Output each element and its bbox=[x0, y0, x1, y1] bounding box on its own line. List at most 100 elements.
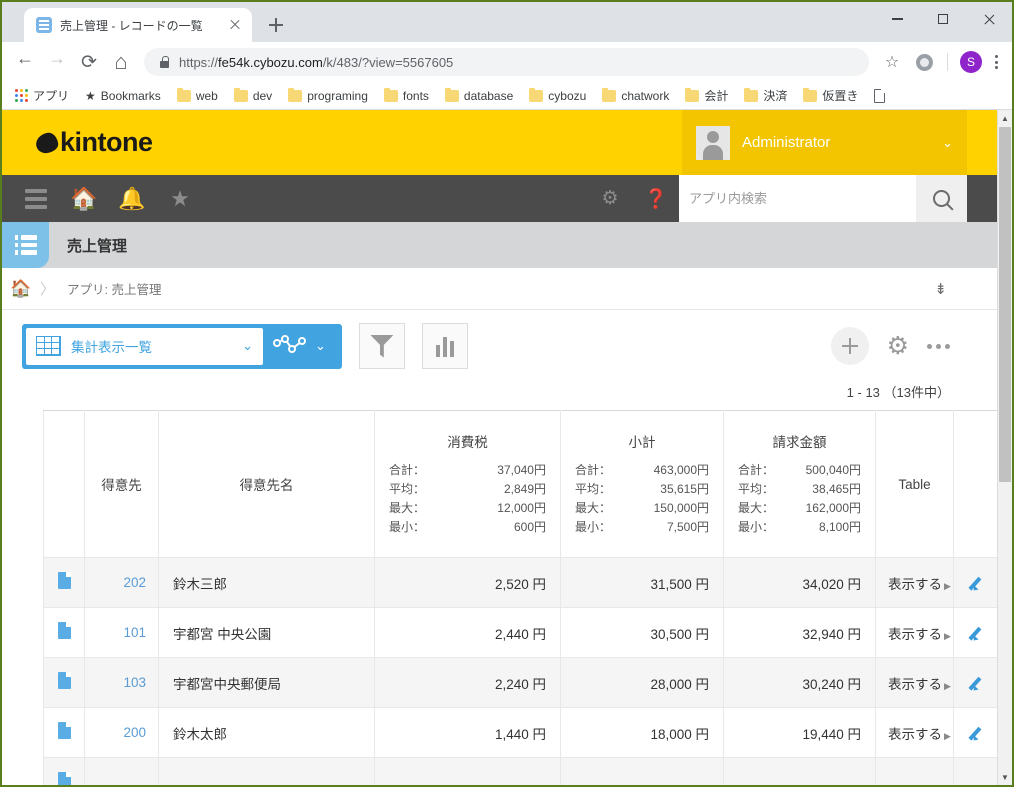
cell-table-link[interactable]: 表示する ▶ bbox=[875, 607, 954, 658]
scroll-up-icon[interactable]: ▲ bbox=[998, 110, 1012, 126]
cell-customer-code[interactable]: 103 bbox=[84, 657, 159, 708]
breadcrumb-home-icon[interactable]: 🏠 bbox=[2, 279, 40, 299]
graph-button[interactable] bbox=[421, 323, 468, 369]
table-row[interactable]: 202 鈴木三郎 2,520 円 31,500 円 34,020 円 表示する ▶ bbox=[43, 557, 997, 608]
bookmark-cybozu[interactable]: cybozu bbox=[522, 86, 593, 106]
menu-button[interactable] bbox=[12, 175, 60, 222]
add-record-button[interactable] bbox=[830, 327, 869, 365]
scroll-down-icon[interactable]: ▼ bbox=[998, 769, 1012, 785]
cell-subtotal: 30,500 円 bbox=[560, 607, 724, 658]
chrome-menu-icon[interactable] bbox=[988, 55, 1004, 69]
address-bar[interactable]: https://fe54k.cybozu.com/k/483/?view=556… bbox=[144, 48, 869, 76]
minimize-button[interactable] bbox=[874, 2, 920, 36]
th-tax[interactable]: 消費税 合計： 37,040円 平均： 2,849円 最大： 12,000円 最小： 6… bbox=[374, 410, 561, 558]
bookmark-apps[interactable]: アプリ bbox=[8, 84, 76, 107]
home-button[interactable]: 🏠 bbox=[60, 175, 108, 222]
table-link-label: 表示する bbox=[888, 626, 942, 642]
stat-min: 最小： 8,100円 bbox=[738, 518, 861, 537]
tab-close-icon[interactable] bbox=[226, 16, 244, 34]
edit-icon[interactable] bbox=[971, 674, 988, 691]
more-options-button[interactable] bbox=[927, 343, 950, 349]
filter-button[interactable] bbox=[358, 323, 405, 369]
edit-icon[interactable] bbox=[971, 724, 988, 741]
pin-icon[interactable]: ⇟ bbox=[934, 280, 947, 298]
triangle-right-icon: ▶ bbox=[944, 630, 951, 641]
extension-button[interactable] bbox=[909, 47, 939, 77]
table-row[interactable]: 200 鈴木太郎 1,440 円 18,000 円 19,440 円 表示する ▶ bbox=[43, 707, 997, 758]
bookmark-fonts[interactable]: fonts bbox=[377, 86, 436, 106]
th-customer-name[interactable]: 得意先名 bbox=[158, 410, 375, 558]
bookmark-label: dev bbox=[252, 88, 273, 103]
close-button[interactable] bbox=[966, 2, 1012, 36]
cell-table-link[interactable] bbox=[875, 757, 954, 785]
page-scrollbar[interactable]: ▲ ▼ bbox=[997, 110, 1012, 785]
bookmark-database[interactable]: database bbox=[438, 86, 520, 106]
favorites-button[interactable]: ★ bbox=[156, 175, 204, 222]
bookmark-chatwork[interactable]: chatwork bbox=[595, 86, 676, 106]
new-tab-button[interactable] bbox=[262, 11, 290, 39]
reload-button[interactable] bbox=[74, 47, 104, 77]
th-subtotal[interactable]: 小計 合計： 463,000円 平均： 35,615円 最大： 150,000円 最小… bbox=[560, 410, 724, 558]
edit-icon[interactable] bbox=[971, 624, 988, 641]
bookmark-temp[interactable]: 仮置き bbox=[796, 84, 865, 107]
chart-view-button[interactable]: ⌄ bbox=[263, 335, 338, 357]
cell-table-link[interactable]: 表示する ▶ bbox=[875, 707, 954, 758]
user-menu[interactable]: Administrator ⌄ bbox=[682, 110, 967, 175]
edit-icon[interactable] bbox=[971, 574, 988, 591]
kintone-logo[interactable]: kintone bbox=[34, 127, 153, 158]
lock-icon bbox=[160, 56, 170, 68]
home-button[interactable] bbox=[106, 47, 136, 77]
back-button[interactable] bbox=[10, 47, 40, 77]
row-doc-icon-cell[interactable] bbox=[43, 607, 85, 658]
bookmark-bookmarks[interactable]: ★ Bookmarks bbox=[78, 86, 168, 106]
search-button[interactable] bbox=[916, 175, 967, 222]
folder-icon bbox=[383, 87, 398, 102]
th-table[interactable]: Table bbox=[875, 410, 954, 558]
profile-button[interactable]: S bbox=[956, 47, 986, 77]
notifications-button[interactable]: 🔔 bbox=[108, 175, 156, 222]
breadcrumb: 🏠 〉 アプリ: 売上管理 ⇟ bbox=[2, 268, 997, 310]
cell-customer-code[interactable]: 200 bbox=[84, 707, 159, 758]
cell-customer-code[interactable]: 101 bbox=[84, 607, 159, 658]
row-doc-icon-cell[interactable] bbox=[43, 657, 85, 708]
row-doc-icon-cell[interactable] bbox=[43, 707, 85, 758]
view-selector[interactable]: 集計表示一覧 ⌄ ⌄ bbox=[22, 323, 342, 369]
browser-tab[interactable]: 売上管理 - レコードの一覧 bbox=[24, 8, 252, 42]
app-settings-button[interactable]: ⚙ bbox=[887, 333, 909, 359]
bookmark-web[interactable]: web bbox=[170, 86, 225, 106]
nav-settings-button[interactable]: ⚙ bbox=[587, 175, 633, 222]
search-input[interactable] bbox=[689, 191, 916, 206]
table-row[interactable]: 101 宇都宮 中央公園 2,440 円 30,500 円 32,940 円 表… bbox=[43, 607, 997, 658]
bookmark-programing[interactable]: programing bbox=[281, 86, 375, 106]
cell-customer-code[interactable]: 202 bbox=[84, 557, 159, 608]
star-icon: ★ bbox=[85, 88, 96, 103]
chevron-down-icon: ⌄ bbox=[315, 338, 326, 353]
extension-icon bbox=[915, 53, 933, 71]
cell-table-link[interactable]: 表示する ▶ bbox=[875, 657, 954, 708]
nav-help-button[interactable]: ❓ bbox=[633, 175, 679, 222]
th-customer-code[interactable]: 得意先 bbox=[84, 410, 159, 558]
row-doc-icon-cell[interactable] bbox=[43, 557, 85, 608]
scrollbar-thumb[interactable] bbox=[999, 127, 1011, 482]
app-search-box[interactable] bbox=[679, 175, 916, 222]
forward-button[interactable] bbox=[42, 47, 72, 77]
table-row-partial[interactable] bbox=[43, 757, 997, 785]
toolbar-divider bbox=[947, 53, 948, 71]
column-stats: 合計： 463,000円 平均： 35,615円 最大： 150,000円 最小： 7,… bbox=[575, 461, 709, 537]
stat-value: 38,465円 bbox=[812, 482, 861, 496]
bookmark-dev[interactable]: dev bbox=[227, 86, 279, 106]
bookmark-payment[interactable]: 決済 bbox=[737, 84, 794, 107]
th-checkbox bbox=[43, 410, 85, 558]
cell-table-link[interactable]: 表示する ▶ bbox=[875, 557, 954, 608]
th-billing-amount[interactable]: 請求金額 合計： 500,040円 平均： 38,465円 最大： 162,000円 … bbox=[723, 410, 876, 558]
cell-customer-code[interactable] bbox=[84, 757, 159, 785]
bookmark-page[interactable] bbox=[867, 86, 892, 106]
view-selector-field[interactable]: 集計表示一覧 ⌄ bbox=[26, 327, 263, 365]
breadcrumb-text[interactable]: アプリ: 売上管理 bbox=[67, 279, 161, 298]
table-row[interactable]: 103 宇都宮中央郵便局 2,240 円 28,000 円 30,240 円 表… bbox=[43, 657, 997, 708]
row-doc-icon-cell[interactable] bbox=[43, 757, 85, 785]
bookmark-star-icon[interactable]: ☆ bbox=[877, 47, 907, 77]
maximize-button[interactable] bbox=[920, 2, 966, 36]
bookmark-accounting[interactable]: 会計 bbox=[678, 84, 735, 107]
stat-label: 最小： bbox=[575, 520, 612, 534]
